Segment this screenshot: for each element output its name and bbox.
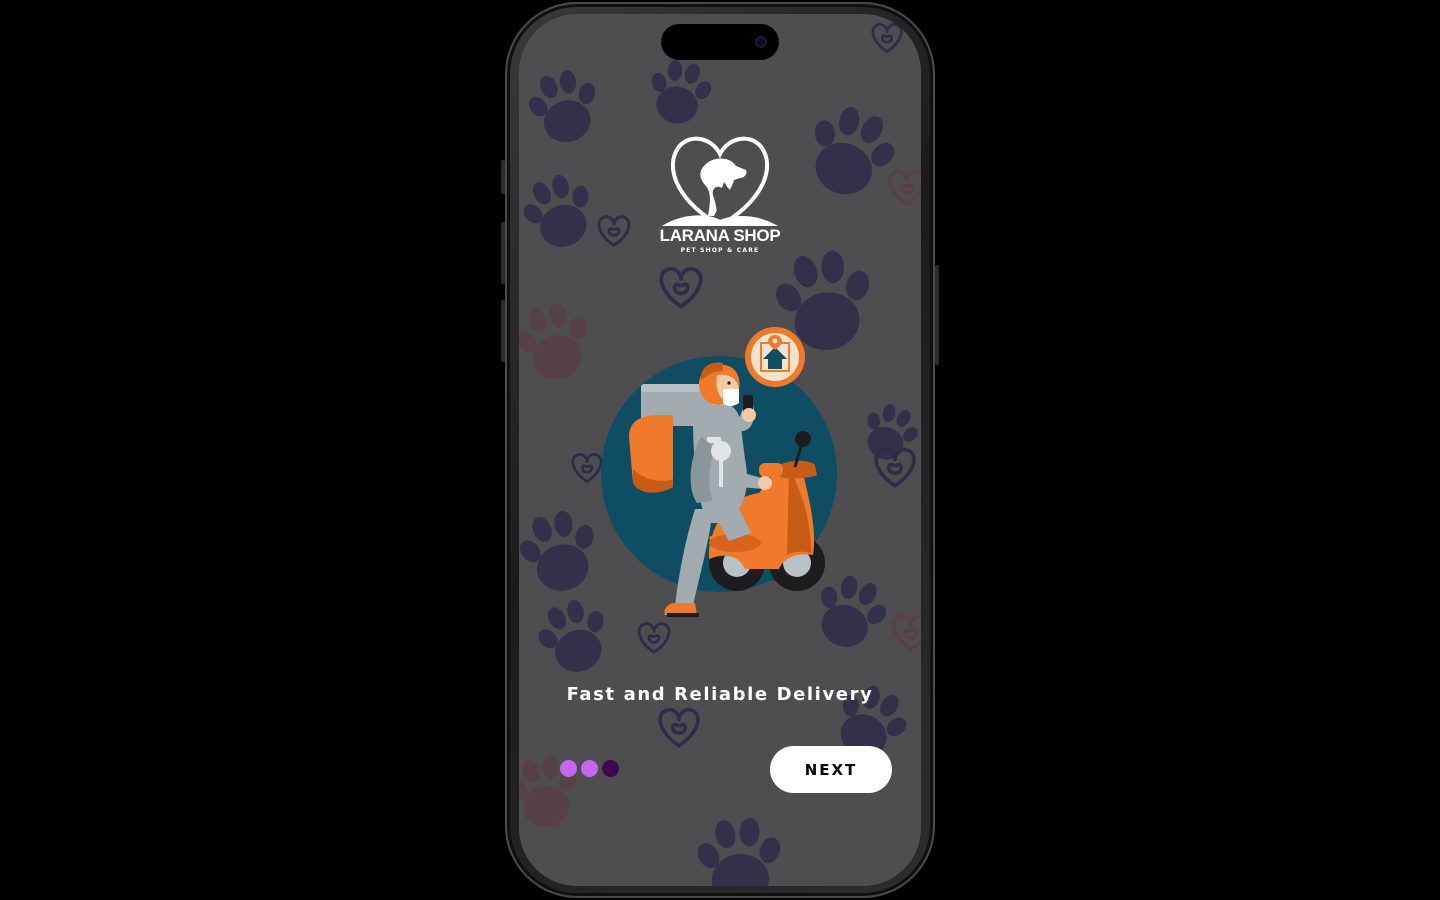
device-stage: LARANA SHOP PET SHOP & CARE Fast and Rel…	[0, 0, 1440, 900]
brand-logo: LARANA SHOP PET SHOP & CARE	[654, 126, 786, 276]
action-button	[501, 160, 505, 194]
volume-up-button	[501, 222, 505, 284]
delivery-scooter-rider-illustration	[601, 327, 837, 617]
dynamic-island	[661, 24, 779, 60]
front-camera-icon	[755, 36, 767, 48]
onboarding-headline: Fast and Reliable Delivery	[566, 684, 874, 705]
page-indicator	[560, 760, 619, 778]
power-button	[935, 265, 939, 365]
brand-name: LARANA SHOP	[659, 226, 781, 245]
app-screen: LARANA SHOP PET SHOP & CARE Fast and Rel…	[519, 14, 921, 886]
page-dot-1[interactable]	[560, 760, 577, 777]
heart-dog-cat-logo-icon	[662, 136, 778, 226]
page-dot-2[interactable]	[581, 760, 598, 777]
page-dot-3[interactable]	[602, 760, 619, 777]
volume-down-button	[501, 300, 505, 362]
brand-tagline: PET SHOP & CARE	[680, 247, 760, 254]
next-button[interactable]: NEXT	[770, 746, 892, 793]
location-pin-icon	[745, 327, 805, 387]
